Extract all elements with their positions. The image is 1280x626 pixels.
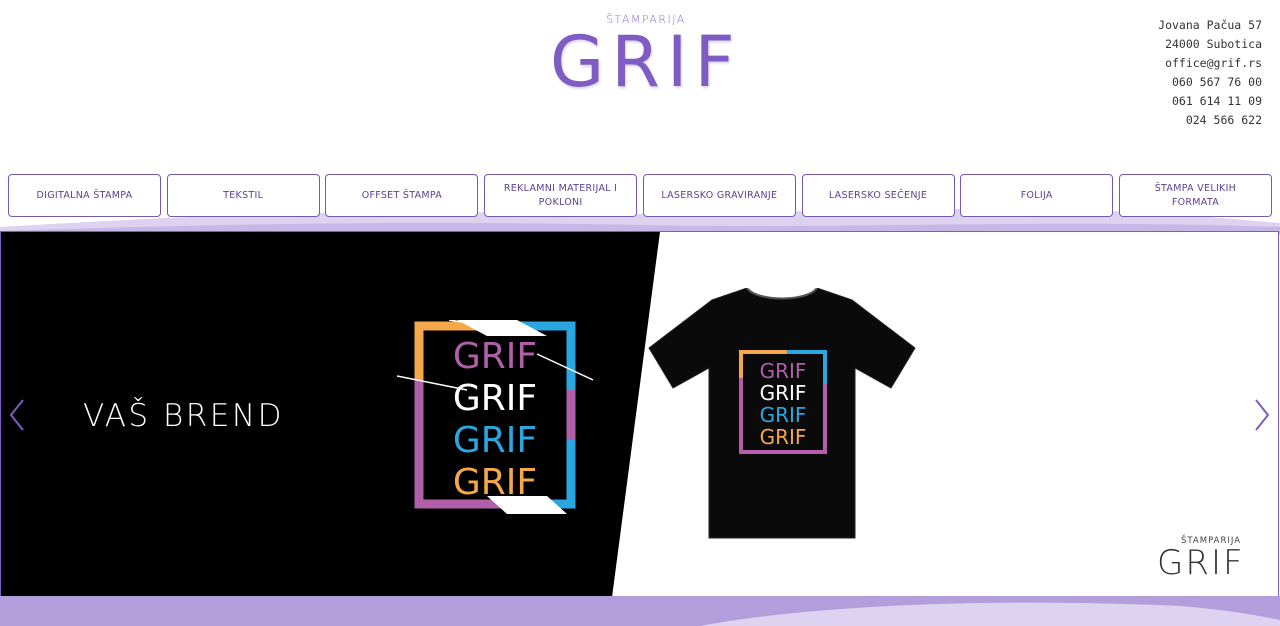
chevron-left-icon[interactable]: [5, 398, 29, 432]
decorative-wave: [0, 596, 1280, 626]
tshirt-image: GRIF GRIF GRIF GRIF: [648, 288, 916, 539]
contact-city: 24000 Subotica: [1165, 37, 1262, 51]
nav-lasersko-graviranje[interactable]: LASERSKO GRAVIRANJE: [642, 174, 796, 217]
contact-email[interactable]: office@grif.rs: [1158, 54, 1262, 73]
shirt-word: GRIF: [760, 359, 807, 383]
slide-title: VAŠ BREND: [83, 398, 284, 434]
nav-stampa-velikih-formata[interactable]: ŠTAMPA VELIKIH FORMATA: [1118, 174, 1272, 217]
nav-folija[interactable]: FOLIJA: [960, 174, 1114, 217]
contact-phone[interactable]: 061 614 11 09: [1158, 92, 1262, 111]
main-navigation: DIGITALNA ŠTAMPA TEKSTIL OFFSET ŠTAMPA R…: [8, 174, 1272, 218]
art-word: GRIF: [453, 378, 537, 419]
chevron-right-icon[interactable]: [1250, 398, 1274, 432]
nav-reklamni-materijal[interactable]: REKLAMNI MATERIJAL I POKLONI: [484, 174, 638, 217]
contact-phone[interactable]: 060 567 76 00: [1158, 73, 1262, 92]
shirt-word: GRIF: [760, 403, 807, 427]
art-word: GRIF: [453, 462, 537, 503]
shirt-word: GRIF: [760, 425, 807, 449]
contact-address: Jovana Pačua 57: [1158, 18, 1262, 32]
logo-title: GRIF: [550, 21, 742, 103]
art-word: GRIF: [453, 336, 537, 377]
grif-artwork: GRIF GRIF GRIF GRIF: [397, 320, 593, 514]
nav-lasersko-secenje[interactable]: LASERSKO SEČENJE: [801, 174, 955, 217]
contact-phone[interactable]: 024 566 622: [1158, 111, 1262, 130]
nav-digitalna-stampa[interactable]: DIGITALNA ŠTAMPA: [8, 174, 161, 217]
header: ŠTAMPARIJA GRIF Jovana Pačua 57 24000 Su…: [0, 0, 1280, 170]
nav-offset-stampa[interactable]: OFFSET ŠTAMPA: [325, 174, 479, 217]
corner-logo-title: GRIF: [1157, 543, 1245, 583]
corner-logo: ŠTAMPARIJA GRIF: [1151, 534, 1261, 584]
site-logo[interactable]: ŠTAMPARIJA GRIF: [540, 10, 750, 100]
nav-tekstil[interactable]: TEKSTIL: [166, 174, 320, 217]
shirt-word: GRIF: [760, 381, 807, 405]
hero-slider: VAŠ BREND GRIF GRIF GRIF GRIF GRIF GRIF …: [0, 231, 1279, 598]
contact-info: Jovana Pačua 57 24000 Subotica office@gr…: [1158, 16, 1262, 130]
art-word: GRIF: [453, 420, 537, 461]
